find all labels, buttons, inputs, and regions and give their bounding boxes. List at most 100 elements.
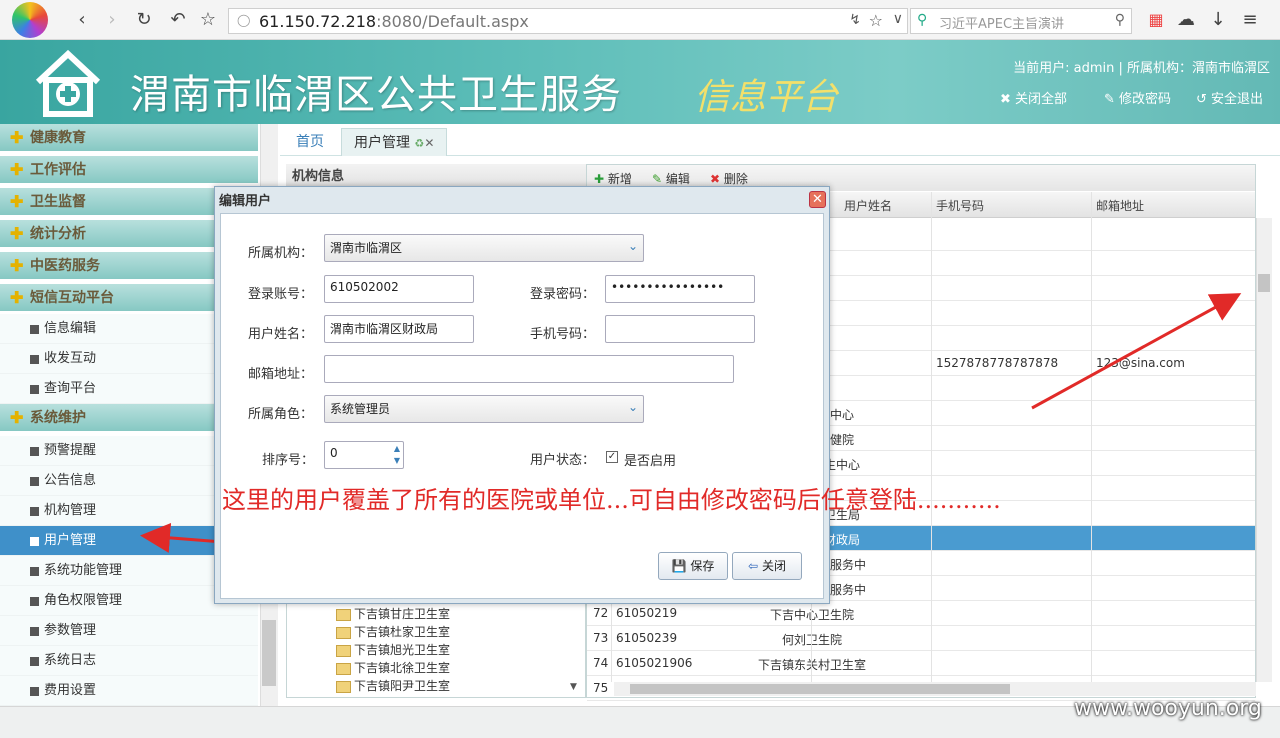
browser-logo-icon	[12, 2, 48, 38]
phone-field[interactable]	[605, 315, 755, 343]
status-label: 用户状态：	[530, 453, 596, 468]
table-cell-acct: 61050239	[616, 631, 678, 645]
org-label: 所属机构：	[248, 246, 314, 261]
save-button[interactable]: 💾 保存	[658, 552, 728, 580]
current-user-info: 当前用户: admin | 所属机构：渭南市临渭区	[1013, 61, 1270, 76]
logout-icon: ↺	[1196, 92, 1212, 107]
delete-icon: ✖	[710, 172, 721, 186]
menu-icon[interactable]: ≡	[1238, 8, 1262, 32]
tree-item[interactable]: 下吉镇杜家卫生室	[336, 623, 450, 641]
plus-icon: ✚	[10, 128, 24, 147]
org-select[interactable]: 渭南市临渭区 ⌄	[324, 234, 644, 262]
table-row[interactable]: 74 6105021906 下吉镇东关村卫生室	[587, 651, 1255, 676]
close-button[interactable]: ⇦ 关闭	[732, 552, 802, 580]
plus-icon: ✚	[10, 160, 24, 179]
star-icon[interactable]: ☆	[196, 8, 220, 32]
tree-item[interactable]: 下吉镇阳尹卫生室	[336, 677, 450, 695]
tree-item[interactable]: 下吉镇甘庄卫生室	[336, 605, 450, 623]
chevron-down-icon: ⌄	[627, 239, 638, 253]
role-select[interactable]: 系统管理员 ⌄	[324, 395, 644, 423]
tree-item[interactable]: 下吉镇北徐卫生室	[336, 659, 450, 677]
table-row[interactable]: 73 61050239 何刘卫生院	[587, 626, 1255, 651]
watermark: www.wooyun.org	[1074, 696, 1262, 721]
undo-icon[interactable]: ↶	[166, 8, 190, 32]
bookmark-star-icon[interactable]: ☆	[869, 11, 883, 30]
tab-home[interactable]: 首页	[284, 128, 336, 156]
column-header-email[interactable]: 邮箱地址	[1096, 197, 1144, 214]
dialog-close-icon[interactable]: ✕	[809, 191, 826, 208]
sidebar-scroll-thumb[interactable]	[262, 620, 276, 686]
close-tab-icon[interactable]: ✕	[424, 136, 434, 150]
address-bar[interactable]: ◯ 61.150.72.218:8080/Default.aspx ↯ ☆ ∨	[228, 8, 908, 34]
plus-icon: ✚	[10, 192, 24, 211]
sidebar-item-logs[interactable]: 系统日志	[0, 646, 258, 676]
change-password-link[interactable]: ✎ 修改密码	[1104, 88, 1171, 107]
bullet-icon	[30, 657, 39, 666]
plus-icon: ✚	[10, 256, 24, 275]
order-stepper[interactable]: 0 ▲ ▼	[324, 441, 404, 469]
table-cell-acct: 6105021906	[616, 656, 693, 670]
annotation-text: 这里的用户覆盖了所有的医院或单位...可自由修改密码后任意登陆.........…	[222, 486, 1001, 514]
sidebar-item-fees[interactable]: 费用设置	[0, 676, 258, 706]
bullet-icon	[30, 325, 39, 334]
edit-button[interactable]: ✎ 编辑	[652, 170, 690, 187]
pencil-icon: ✎	[652, 172, 663, 186]
column-header-phone[interactable]: 手机号码	[936, 197, 984, 214]
search-input[interactable]: 习近平APEC主旨演讲	[939, 13, 1064, 32]
add-button[interactable]: ✚ 新增	[594, 170, 632, 187]
enabled-checkbox[interactable]: ✓	[606, 451, 618, 463]
refresh-icon[interactable]: ♻	[414, 137, 424, 150]
plus-icon: ✚	[10, 408, 24, 427]
shield-icon: ◯	[237, 13, 251, 27]
column-divider	[1091, 192, 1092, 682]
table-cell-acct: 61050219	[616, 606, 678, 620]
folder-icon	[336, 627, 351, 639]
scroll-down-icon[interactable]: ▼	[570, 682, 577, 692]
forward-icon[interactable]: ›	[100, 8, 124, 32]
sidebar-group-health-education[interactable]: ✚ 健康教育	[0, 124, 258, 152]
browser-toolbar: ‹ › ↻ ↶ ☆ ◯ 61.150.72.218:8080/Default.a…	[0, 0, 1280, 40]
tree-item[interactable]: 下吉镇旭光卫生室	[336, 641, 450, 659]
grid-vertical-scroll-thumb[interactable]	[1258, 274, 1270, 292]
table-cell-phone: 1527878778787878	[936, 356, 1059, 370]
password-field[interactable]: ••••••••••••••••	[605, 275, 755, 303]
dropdown-chevron-icon[interactable]: ∨	[893, 11, 903, 27]
table-cell-name: 何刘卫生院	[752, 631, 872, 648]
dialog-title: 编辑用户	[219, 194, 272, 209]
delete-button[interactable]: ✖ 删除	[710, 170, 748, 187]
search-icon[interactable]: ⚲	[1115, 12, 1125, 28]
apps-grid-icon[interactable]: ▦	[1144, 8, 1168, 32]
plus-icon: ✚	[10, 224, 24, 243]
site-header: 渭南市临渭区公共卫生服务 信息平台 当前用户: admin | 所属机构：渭南市…	[0, 40, 1280, 124]
name-label: 用户姓名：	[248, 327, 314, 342]
download-icon[interactable]: ↓	[1206, 8, 1230, 32]
column-header-name[interactable]: 用户姓名	[844, 197, 892, 214]
cloud-icon[interactable]: ☁	[1174, 8, 1198, 32]
search-box[interactable]: ⚲ 习近平APEC主旨演讲 ⚲	[910, 8, 1132, 34]
bullet-icon	[30, 537, 39, 546]
bullet-icon	[30, 597, 39, 606]
role-label: 所属角色：	[248, 407, 314, 422]
order-label: 排序号：	[262, 453, 315, 468]
bolt-icon[interactable]: ↯	[849, 12, 861, 28]
email-field[interactable]	[324, 355, 734, 383]
name-field[interactable]: 渭南市临渭区财政局	[324, 315, 474, 343]
search-engine-icon: ⚲	[917, 12, 928, 28]
hospital-logo-icon	[34, 48, 102, 118]
save-icon: 💾	[671, 559, 687, 573]
site-title: 渭南市临渭区公共卫生服务	[130, 72, 622, 118]
sidebar-group-evaluation[interactable]: ✚ 工作评估	[0, 156, 258, 184]
sidebar-item-params[interactable]: 参数管理	[0, 616, 258, 646]
tab-user-management[interactable]: 用户管理 ♻✕	[341, 128, 448, 156]
grid-horizontal-scroll-thumb[interactable]	[630, 684, 1010, 694]
close-all-link[interactable]: ✖ 关闭全部	[1000, 88, 1067, 107]
folder-icon	[336, 609, 351, 621]
table-row[interactable]: 72 61050219 下吉中心卫生院	[587, 601, 1255, 626]
reload-icon[interactable]: ↻	[132, 8, 156, 32]
account-field[interactable]: 610502002	[324, 275, 474, 303]
logout-link[interactable]: ↺ 安全退出	[1196, 88, 1263, 107]
stepper-arrows-icon[interactable]: ▲ ▼	[394, 443, 400, 467]
back-icon[interactable]: ‹	[70, 8, 94, 32]
bullet-icon	[30, 567, 39, 576]
chevron-down-icon: ⌄	[627, 400, 638, 414]
